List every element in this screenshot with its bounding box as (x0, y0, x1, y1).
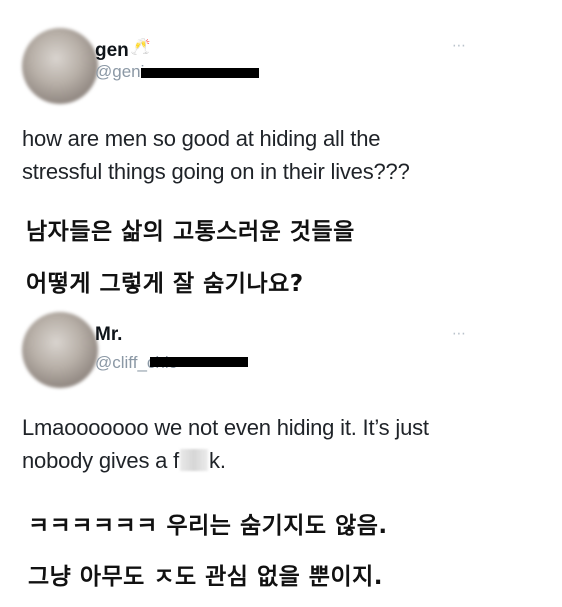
tweet-text-line: stressful things going on in their lives… (22, 159, 410, 184)
champagne-emoji-icon: 🥂 (130, 39, 151, 56)
censored-word (180, 449, 209, 471)
more-options-icon[interactable]: ⋯ (452, 325, 467, 342)
tweet-text-line: how are men so good at hiding all the (22, 126, 381, 151)
tweet-text: how are men so good at hiding all the st… (22, 122, 410, 188)
user-name-text: gen (95, 40, 129, 61)
tweet-text-fragment: k. (209, 448, 226, 473)
user-name[interactable]: Mr. (95, 324, 122, 346)
avatar[interactable] (22, 28, 98, 104)
tweet-text-fragment: nobody gives a f (22, 448, 180, 473)
tweet-text-line: nobody gives a f k. (22, 444, 429, 477)
tweet-text-line: Lmaooooooo we not even hiding it. It’s j… (22, 415, 429, 440)
user-name[interactable]: gen 🥂 (95, 37, 151, 62)
redaction-bar (141, 68, 259, 78)
redaction-bar (150, 357, 248, 367)
tweet-text: Lmaooooooo we not even hiding it. It’s j… (22, 411, 429, 477)
translation-line: ㅋㅋㅋㅋㅋㅋ 우리는 숨기지도 않음. (28, 513, 388, 539)
translation-line: 어떻게 그렇게 잘 숨기나요? (26, 271, 304, 297)
avatar[interactable] (22, 312, 98, 388)
translation-line: 남자들은 삶의 고통스러운 것들을 (26, 219, 355, 245)
translation-line: 그냥 아무도 ㅈ도 관심 없을 뿐이지. (28, 564, 384, 590)
more-options-icon[interactable]: ⋯ (452, 37, 467, 54)
